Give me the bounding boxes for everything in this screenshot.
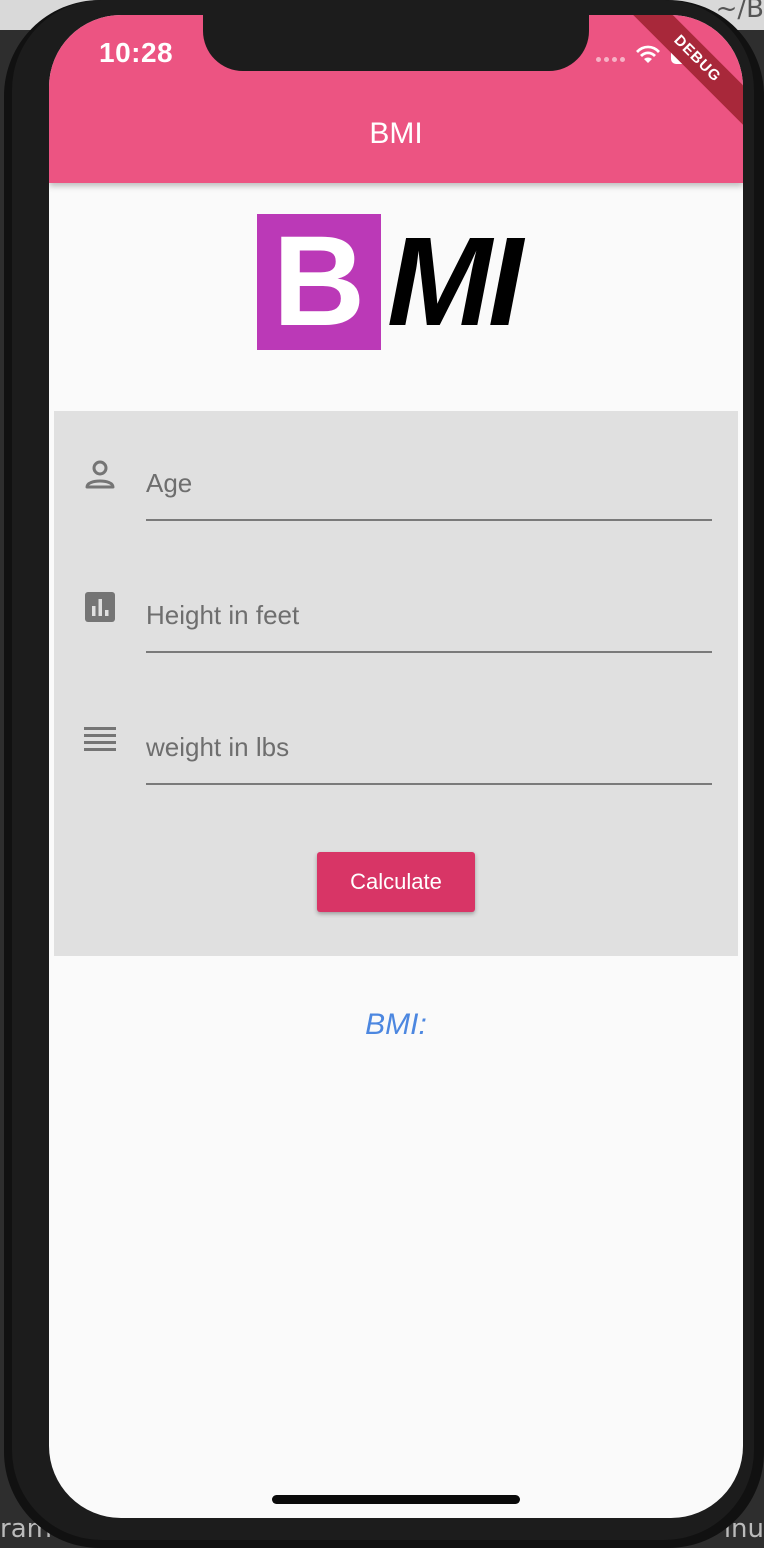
app-bar: 10:28 DEBUG BMI — [49, 15, 743, 183]
device-notch — [203, 15, 589, 71]
signal-icon — [596, 57, 626, 63]
height-input[interactable] — [146, 595, 712, 635]
bar-chart-icon — [85, 592, 115, 622]
logo-letter-b: B — [272, 210, 366, 353]
status-time: 10:28 — [99, 37, 174, 68]
bmi-logo: B MI — [257, 214, 532, 350]
weight-field — [54, 675, 738, 785]
height-field — [54, 543, 738, 653]
phone-bezel: 10:28 DEBUG BMI B MI Age Height in feet … — [12, 0, 754, 1540]
person-icon — [85, 460, 115, 489]
calculate-button[interactable]: Calculate — [317, 852, 475, 912]
age-input[interactable] — [146, 463, 712, 503]
app-bar-title: BMI — [369, 117, 423, 150]
age-field — [54, 411, 738, 521]
app-screen: 10:28 DEBUG BMI B MI Age Height in feet … — [49, 15, 743, 1518]
bmi-result: BMI: — [365, 1008, 427, 1041]
weight-underline — [146, 783, 712, 785]
lines-icon — [84, 727, 116, 751]
age-underline — [146, 519, 712, 521]
logo-letters-mi: MI — [387, 211, 523, 352]
debug-banner: DEBUG — [623, 15, 743, 133]
home-indicator[interactable] — [272, 1495, 520, 1504]
bmi-form: Calculate — [54, 411, 738, 956]
height-underline — [146, 651, 712, 653]
phone-frame: 10:28 DEBUG BMI B MI Age Height in feet … — [4, 0, 764, 1548]
weight-input[interactable] — [146, 727, 712, 767]
wifi-icon — [636, 45, 660, 63]
